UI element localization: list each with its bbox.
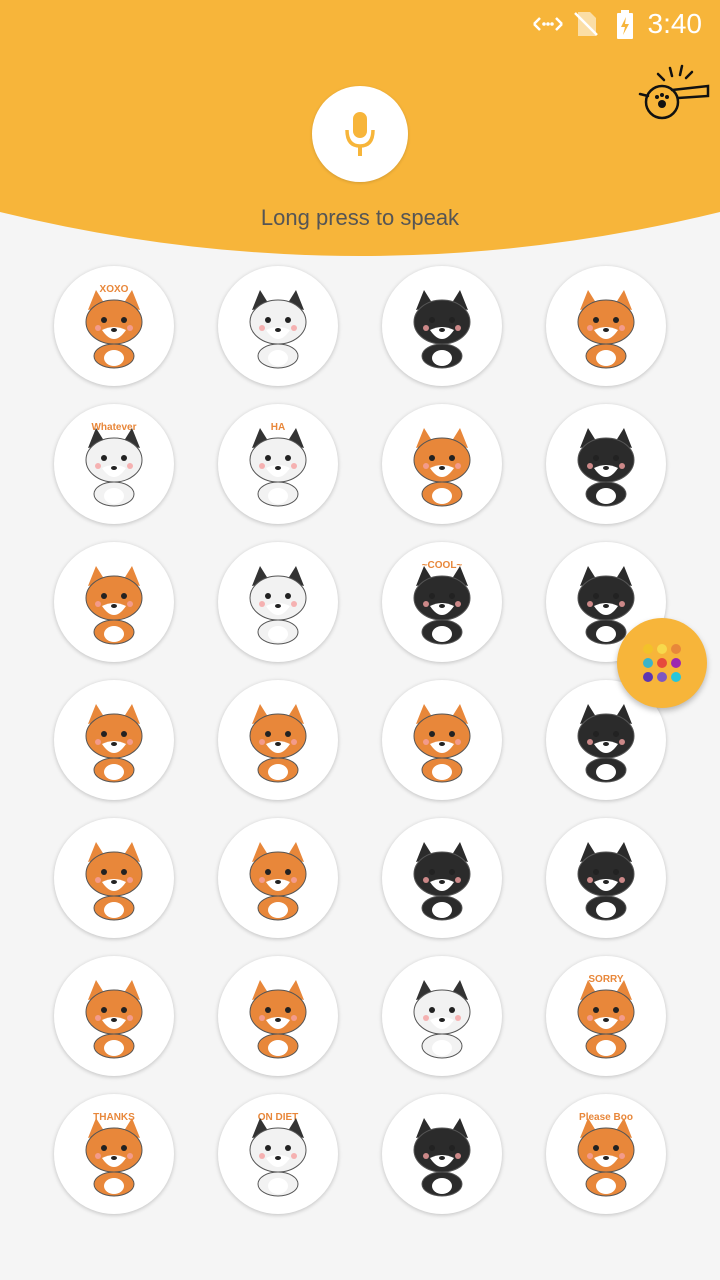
- microphone-icon: [345, 112, 375, 156]
- dog-illustration-icon: [413, 980, 471, 1059]
- color-dot: [657, 644, 667, 654]
- dog-illustration-icon: [413, 842, 471, 921]
- color-dot: [671, 644, 681, 654]
- dog-illustration-icon: [249, 980, 307, 1059]
- svg-text:~COOL~: ~COOL~: [422, 560, 463, 571]
- dog-illustration-icon: ON DIET: [249, 1112, 307, 1197]
- white-dog-haha-sticker[interactable]: HA: [218, 404, 338, 524]
- dog-illustration-icon: [85, 842, 143, 921]
- data-sync-icon: [533, 17, 563, 31]
- dog-illustration-icon: THANKS: [85, 1112, 143, 1197]
- whistle-icon[interactable]: [636, 64, 712, 124]
- svg-text:Whatever: Whatever: [91, 422, 136, 433]
- status-time: 3:40: [647, 8, 703, 39]
- corgi-lamp-sticker[interactable]: [54, 818, 174, 938]
- dog-illustration-icon: [413, 428, 471, 507]
- sticker-packs-button[interactable]: [617, 618, 707, 708]
- battery-charging-icon: [617, 10, 633, 39]
- color-dot: [643, 672, 653, 682]
- dog-illustration-icon: [577, 704, 635, 783]
- white-dog-diet-sticker[interactable]: ON DIET: [218, 1094, 338, 1214]
- husky-front-sticker[interactable]: [382, 818, 502, 938]
- apps-grid-icon: [643, 644, 681, 682]
- white-dog-whatever-sticker[interactable]: Whatever: [54, 404, 174, 524]
- corgi-shock-sticker[interactable]: [382, 680, 502, 800]
- svg-text:XOXO: XOXO: [100, 284, 129, 295]
- color-dot: [671, 672, 681, 682]
- dog-illustration-icon: ~COOL~: [413, 560, 471, 645]
- husky-messy-sticker[interactable]: [546, 818, 666, 938]
- svg-text:THANKS: THANKS: [93, 1112, 135, 1123]
- white-dog-hearts-sticker[interactable]: [218, 266, 338, 386]
- color-dot: [657, 658, 667, 668]
- dog-illustration-icon: [249, 566, 307, 645]
- corgi-please-sticker[interactable]: Please Boo: [546, 1094, 666, 1214]
- color-dot: [671, 658, 681, 668]
- dog-illustration-icon: [577, 290, 635, 369]
- dog-illustration-icon: SORRY: [577, 974, 635, 1059]
- dog-illustration-icon: Please Boo: [577, 1112, 635, 1197]
- husky-zzz-sticker[interactable]: [382, 266, 502, 386]
- dog-illustration-icon: XOXO: [85, 284, 143, 369]
- husky-cool-sticker[interactable]: ~COOL~: [382, 542, 502, 662]
- dog-illustration-icon: [413, 704, 471, 783]
- corgi-laugh-sticker[interactable]: [382, 404, 502, 524]
- corgi-macarons-sticker[interactable]: [54, 542, 174, 662]
- dog-illustration-icon: [85, 980, 143, 1059]
- svg-text:ON DIET: ON DIET: [258, 1112, 299, 1123]
- corgi-shout-sticker[interactable]: [54, 956, 174, 1076]
- dog-illustration-icon: HA: [249, 422, 307, 507]
- corgi-blanket-sticker[interactable]: [546, 266, 666, 386]
- corgi-xoxo-sticker[interactable]: XOXO: [54, 266, 174, 386]
- color-dot: [643, 658, 653, 668]
- status-bar: 3:40: [0, 0, 720, 48]
- corgi-cheer-sticker[interactable]: [54, 680, 174, 800]
- corgi-chat-sticker[interactable]: [218, 956, 338, 1076]
- dog-illustration-icon: [249, 842, 307, 921]
- svg-text:SORRY: SORRY: [588, 974, 624, 985]
- dog-illustration-icon: [85, 566, 143, 645]
- dogs-group-sticker[interactable]: [218, 542, 338, 662]
- dog-illustration-icon: [577, 428, 635, 507]
- mic-button[interactable]: [312, 86, 408, 182]
- color-dot: [657, 672, 667, 682]
- corgi-shark-sticker[interactable]: [218, 680, 338, 800]
- dog-illustration-icon: [85, 704, 143, 783]
- color-dot: [643, 644, 653, 654]
- dog-illustration-icon: [413, 290, 471, 369]
- no-sim-icon: [574, 12, 598, 36]
- svg-text:HA: HA: [271, 422, 285, 433]
- husky-spiral-sticker[interactable]: [382, 1094, 502, 1214]
- corgi-thanks-sticker[interactable]: THANKS: [54, 1094, 174, 1214]
- dog-illustration-icon: [577, 842, 635, 921]
- white-dog-sweat-sticker[interactable]: [382, 956, 502, 1076]
- husky-hmph-sticker[interactable]: [546, 404, 666, 524]
- corgi-cow-sticker[interactable]: [218, 818, 338, 938]
- header: 3:40 Long press to speak: [0, 0, 720, 260]
- dog-illustration-icon: [249, 704, 307, 783]
- dog-illustration-icon: [413, 1118, 471, 1197]
- corgi-sorry-sticker[interactable]: SORRY: [546, 956, 666, 1076]
- voice-hint: Long press to speak: [260, 205, 460, 230]
- dog-illustration-icon: Whatever: [85, 422, 143, 507]
- dog-illustration-icon: [249, 290, 307, 369]
